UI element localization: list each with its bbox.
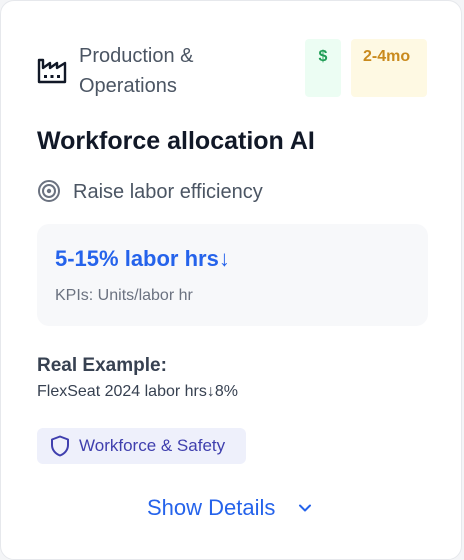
- goal-text: Raise labor efficiency: [73, 181, 263, 203]
- example-text: FlexSeat 2024 labor hrs↓8%: [37, 383, 238, 400]
- chevron-down-icon: [299, 504, 311, 512]
- target-icon: [38, 180, 60, 202]
- metric-kpis: KPIs: Units/labor hr: [55, 287, 193, 304]
- shield-icon: [51, 435, 69, 457]
- example-label: Real Example:: [37, 355, 167, 376]
- use-case-card: Production & Operations $ 2-4mo Workforc…: [0, 0, 462, 560]
- time-badge: 2-4mo: [351, 39, 427, 97]
- metric-value: 5-15% labor hrs↓: [55, 246, 230, 271]
- factory-icon: [37, 58, 67, 84]
- metric-box: 5-15% labor hrs↓ KPIs: Units/labor hr: [37, 224, 428, 326]
- tag-label: Workforce & Safety: [79, 436, 226, 455]
- category-label: Production & Operations: [79, 45, 194, 97]
- category-tag: Workforce & Safety: [37, 428, 246, 464]
- card-title: Workforce allocation AI: [37, 127, 315, 155]
- card-header: Production & Operations $ 2-4mo: [37, 39, 429, 101]
- show-details-label: Show Details: [147, 495, 276, 520]
- cost-badge: $: [305, 39, 341, 97]
